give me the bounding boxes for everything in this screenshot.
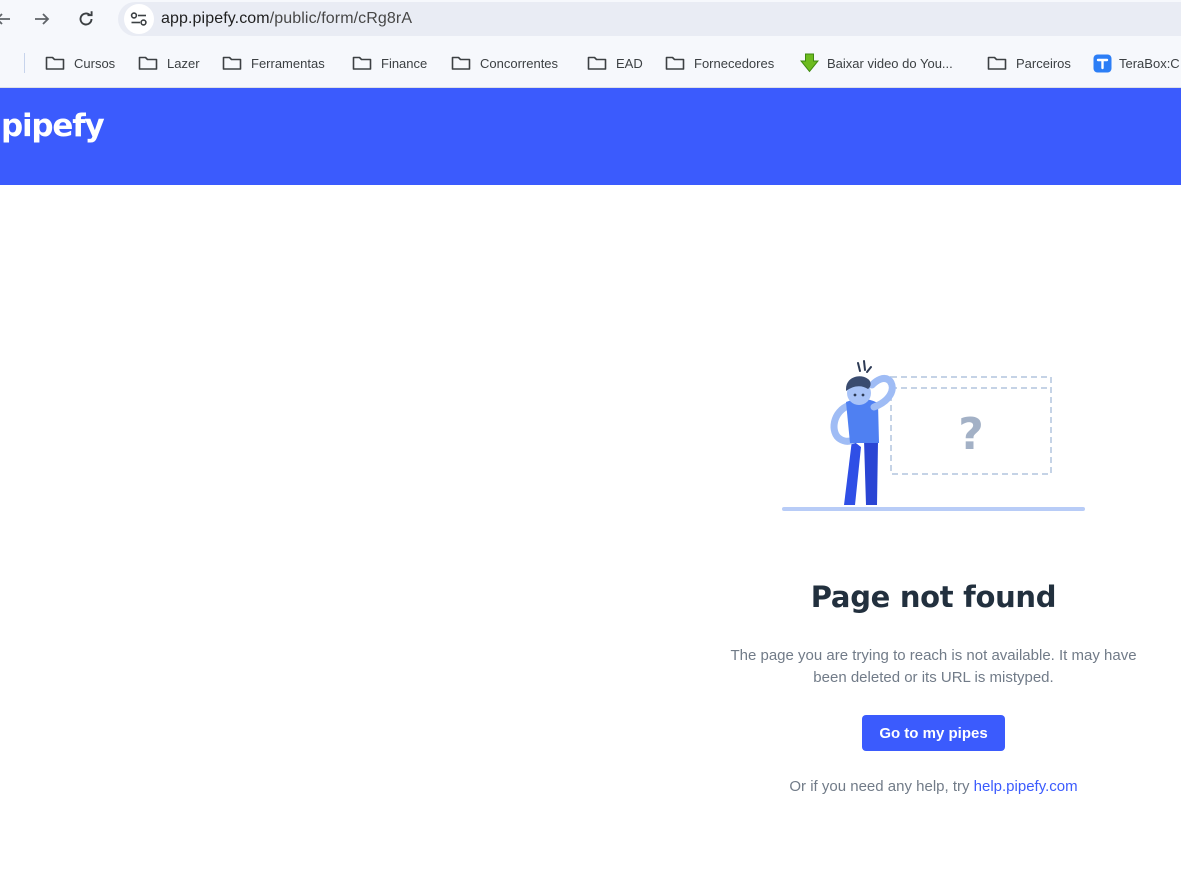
url-text[interactable]: app.pipefy.com/public/form/cRg8rA	[161, 10, 412, 28]
bookmark-parceiros[interactable]: Parceiros	[987, 51, 1071, 75]
app-header: pipefy	[0, 88, 1181, 185]
browser-toolbar: app.pipefy.com/public/form/cRg8rA	[0, 0, 1181, 38]
back-arrow-icon[interactable]	[0, 8, 14, 30]
bookmark-finance[interactable]: Finance	[352, 51, 427, 75]
folder-icon	[138, 56, 158, 70]
folder-icon	[665, 56, 685, 70]
url-domain: app.pipefy.com	[161, 10, 270, 27]
bookmark-label: TeraBox:C	[1119, 55, 1180, 71]
pipefy-logo[interactable]: pipefy	[1, 108, 105, 144]
bookmark-label: Finance	[381, 55, 428, 71]
bookmark-cursos[interactable]: Cursos	[45, 51, 115, 75]
bookmark-label: Parceiros	[1016, 55, 1071, 71]
address-bar[interactable]: app.pipefy.com/public/form/cRg8rA	[118, 2, 1181, 36]
bookmark-label: Lazer	[167, 55, 200, 71]
bookmark-baixar-video[interactable]: Baixar video do You...	[800, 51, 953, 75]
bookmark-terabox[interactable]: TeraBox:C	[1093, 51, 1180, 75]
folder-icon	[987, 56, 1007, 70]
floor-line	[782, 507, 1085, 511]
bookmark-label: Cursos	[74, 55, 116, 71]
bookmark-fornecedores[interactable]: Fornecedores	[665, 51, 774, 75]
bookmark-label: EAD	[616, 55, 643, 71]
help-link[interactable]: help.pipefy.com	[974, 778, 1078, 795]
url-path: /public/form/cRg8rA	[269, 10, 413, 27]
bookmark-separator	[24, 53, 25, 73]
bookmark-label: Ferramentas	[251, 55, 325, 71]
bookmark-concorrentes[interactable]: Concorrentes	[451, 51, 558, 75]
bookmark-label: Fornecedores	[694, 55, 775, 71]
description-line: been deleted or its URL is mistyped.	[813, 669, 1054, 686]
bookmark-label: Concorrentes	[480, 55, 559, 71]
description-line: The page you are trying to reach is not …	[730, 647, 1137, 664]
bookmark-lazer[interactable]: Lazer	[138, 51, 200, 75]
bookmark-label: Baixar video do You...	[827, 55, 953, 71]
folder-icon	[222, 56, 242, 70]
forward-arrow-icon[interactable]	[31, 8, 53, 30]
terabox-icon	[1093, 54, 1112, 72]
go-to-my-pipes-button[interactable]: Go to my pipes	[862, 715, 1005, 751]
bookmark-ferramentas[interactable]: Ferramentas	[222, 51, 325, 75]
help-prefix: Or if you need any help, try	[789, 778, 974, 795]
question-mark-icon: ?	[958, 409, 984, 460]
download-arrow-icon	[800, 53, 819, 73]
confusion-marks	[857, 360, 872, 373]
bookmark-ead[interactable]: EAD	[587, 51, 643, 75]
help-text: Or if you need any help, try help.pipefy…	[713, 778, 1154, 795]
folder-icon	[451, 56, 471, 70]
page-not-found-illustration: ?	[782, 360, 1085, 511]
folder-icon	[45, 56, 65, 70]
folder-icon	[587, 56, 607, 70]
bookmarks-bar: Cursos Lazer Ferramentas Finance Concorr…	[0, 38, 1181, 88]
site-info-icon[interactable]	[124, 4, 154, 34]
error-description: The page you are trying to reach is not …	[705, 645, 1162, 689]
page-title: Page not found	[810, 580, 1057, 614]
person-figure	[830, 375, 896, 505]
apps-grid-icon[interactable]	[0, 51, 15, 75]
reload-icon[interactable]	[75, 8, 97, 30]
folder-icon	[352, 56, 372, 70]
